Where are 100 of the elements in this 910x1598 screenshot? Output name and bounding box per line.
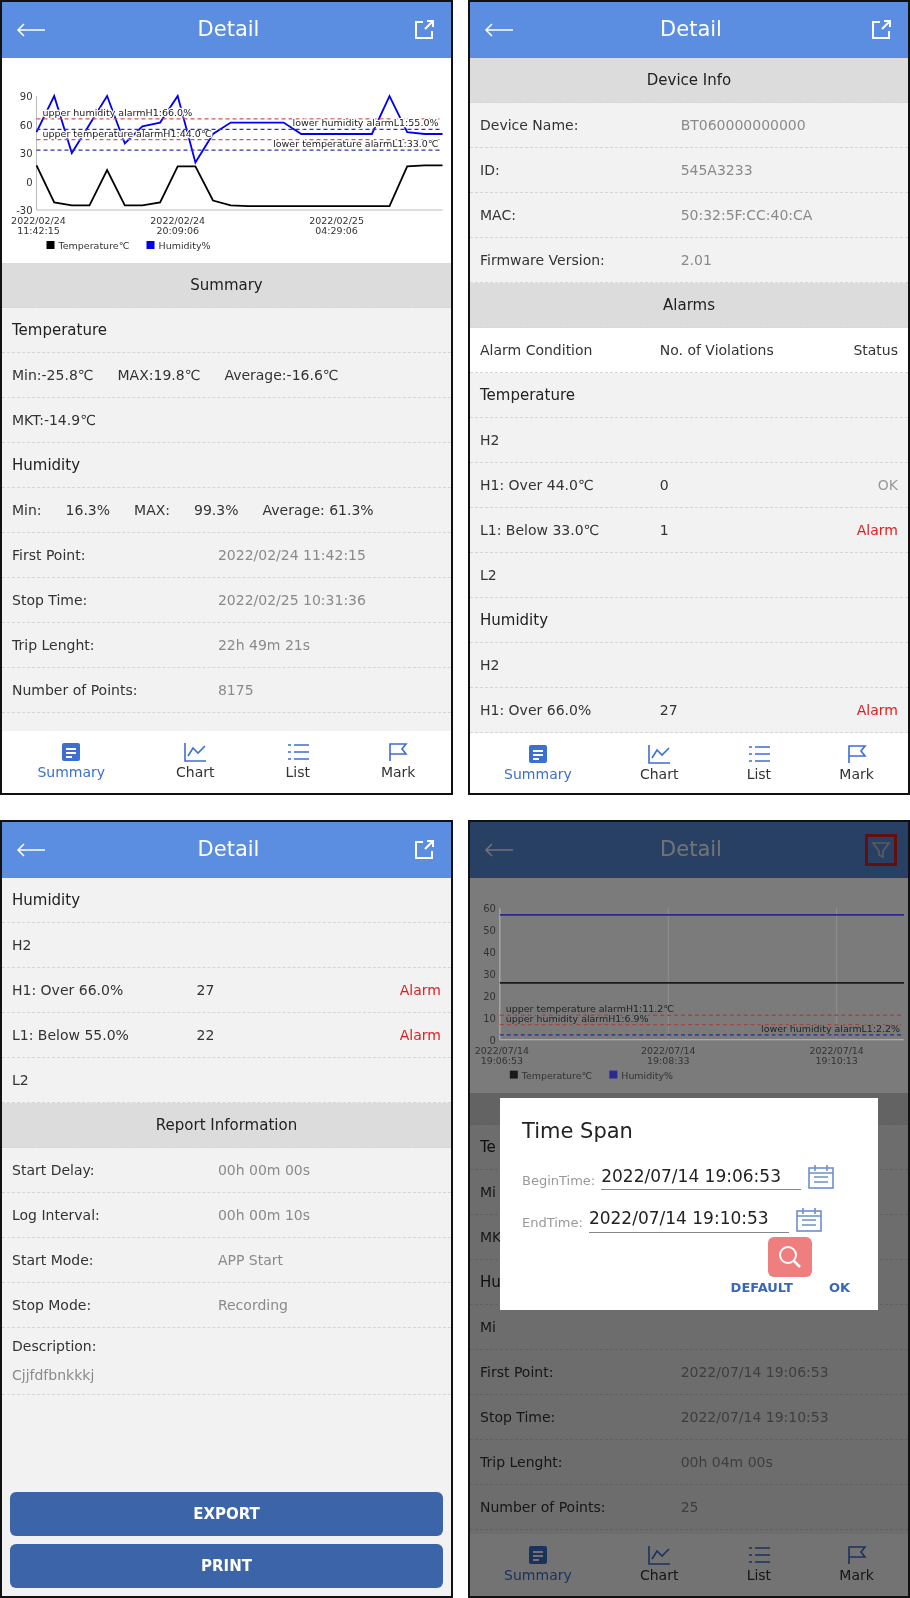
document-icon <box>526 1544 549 1565</box>
field-label: ID: <box>480 160 501 180</box>
legend-swatch <box>46 241 55 249</box>
group-label: Humidity <box>2 878 451 923</box>
document-icon <box>526 743 549 764</box>
field-value: 2.01 <box>680 250 712 270</box>
violation-count: 27 <box>196 980 216 1000</box>
section-header: Alarms <box>470 283 908 328</box>
tab[interactable]: Chart <box>170 739 221 785</box>
y-tick-label: 30 <box>483 969 496 981</box>
dialog-button[interactable]: OK <box>822 1276 856 1298</box>
field-value: Recording <box>217 1295 288 1315</box>
header-title: Detail <box>660 16 722 44</box>
field-value: BT060000000000 <box>680 115 806 135</box>
tab[interactable]: Summary <box>498 741 578 787</box>
field-value: APP Start <box>217 1250 284 1270</box>
field-label: MAC: <box>480 205 517 225</box>
flag-icon <box>845 743 868 764</box>
y-tick-label: 10 <box>483 1012 496 1024</box>
share-icon <box>413 19 435 41</box>
search-button[interactable] <box>768 1236 813 1277</box>
y-tick-label: 60 <box>19 119 33 131</box>
back-icon[interactable] <box>484 23 514 37</box>
legend-label: Humidity% <box>621 1069 674 1081</box>
group-label: Humidity <box>2 443 451 488</box>
alarm-condition: L1: Below 33.0℃ <box>480 520 601 540</box>
tab[interactable]: Mark <box>833 1542 880 1588</box>
share-icon <box>413 839 435 861</box>
header-title: Detail <box>660 836 722 864</box>
field-label: Description: <box>12 1337 97 1356</box>
date-time-field[interactable]: 2022/07/14 19:10:53 <box>588 1206 789 1233</box>
legend-label: Temperature℃ <box>58 240 130 251</box>
description-text: Cjjfdfbnkkkj <box>12 1366 95 1385</box>
y-tick-label: 20 <box>483 990 496 1002</box>
tab[interactable]: Chart <box>633 741 685 787</box>
field-label: Log Interval: <box>12 1205 101 1225</box>
column-header: Alarm Condition <box>480 340 594 360</box>
header-title: Detail <box>197 16 260 44</box>
x-tick-label: 2022/07/14 19:10:13 <box>809 1044 864 1066</box>
y-tick-label: 0 <box>26 176 33 188</box>
row-text: H2 <box>470 418 908 463</box>
group-label: Humidity <box>470 598 908 643</box>
stat-text: Average: 61.3% <box>262 500 374 520</box>
line-chart-icon <box>647 1544 672 1565</box>
y-tick-label: 30 <box>19 148 33 159</box>
list-icon <box>746 743 771 764</box>
x-tick-label: 2022/07/14 19:06:53 <box>474 1044 530 1066</box>
stat-text: MAX:19.8℃ <box>117 365 201 385</box>
field-value: 2022/02/25 10:31:36 <box>217 590 366 610</box>
tab[interactable]: List <box>740 1542 778 1588</box>
tab[interactable]: Mark <box>374 739 422 785</box>
row-text: H2 <box>2 923 451 968</box>
tab[interactable]: Summary <box>31 739 112 785</box>
row-text: MKT:-14.9℃ <box>2 398 451 443</box>
tab[interactable]: List <box>740 741 778 787</box>
line-chart-icon <box>183 741 208 762</box>
violation-count: 0 <box>659 475 670 495</box>
back-icon[interactable] <box>16 843 46 857</box>
legend-swatch <box>509 1070 518 1079</box>
stat-text: Min:-25.8℃ <box>12 365 94 385</box>
alarm-condition: H1: Over 66.0% <box>12 980 125 1000</box>
tab[interactable]: Mark <box>833 741 880 787</box>
violation-count: 1 <box>659 520 670 540</box>
back-icon[interactable] <box>484 843 514 857</box>
legend-label: Humidity% <box>158 240 211 251</box>
field-label: BeginTime: <box>522 1171 596 1190</box>
calendar-icon[interactable] <box>807 1164 836 1190</box>
y-tick-label: 40 <box>483 947 496 959</box>
stat-text: Min: <box>12 500 42 520</box>
calendar-icon[interactable] <box>794 1206 823 1233</box>
action-button[interactable]: PRINT <box>10 1544 443 1588</box>
list-icon <box>285 741 310 762</box>
filter-icon <box>870 839 892 861</box>
legend-label: Temperature℃ <box>521 1069 593 1081</box>
alarm-status: Alarm <box>398 1025 441 1045</box>
violation-count: 22 <box>196 1025 216 1045</box>
tab[interactable]: List <box>279 739 316 785</box>
alarm-condition: H1: Over 66.0% <box>480 700 593 720</box>
action-button[interactable]: EXPORT <box>10 1492 443 1536</box>
section-header: Device Info <box>470 58 908 103</box>
x-tick-label: 2022/07/14 19:08:33 <box>641 1044 696 1066</box>
tab[interactable]: Chart <box>633 1542 685 1588</box>
field-label: Start Mode: <box>12 1250 95 1270</box>
alarm-line-label: upper humidity alarmH1:6.9% <box>505 1012 649 1024</box>
x-tick-label: 2022/02/24 11:42:15 <box>11 215 66 236</box>
header-title: Detail <box>197 836 260 864</box>
field-label: Stop Time: <box>480 1407 557 1427</box>
section-header: Summary <box>2 263 451 308</box>
legend-swatch <box>609 1070 618 1079</box>
date-time-field[interactable]: 2022/07/14 19:06:53 <box>601 1163 802 1190</box>
field-label: Stop Time: <box>12 590 89 610</box>
field-label: Number of Points: <box>12 680 139 700</box>
field-label: First Point: <box>480 1362 555 1382</box>
field-label: Start Delay: <box>12 1160 96 1180</box>
dialog-button[interactable]: DEFAULT <box>724 1276 799 1298</box>
column-header: Status <box>852 340 898 360</box>
alarm-status: Alarm <box>855 520 898 540</box>
back-icon[interactable] <box>16 23 46 37</box>
legend-swatch <box>146 241 155 249</box>
field-label: Stop Mode: <box>12 1295 93 1315</box>
